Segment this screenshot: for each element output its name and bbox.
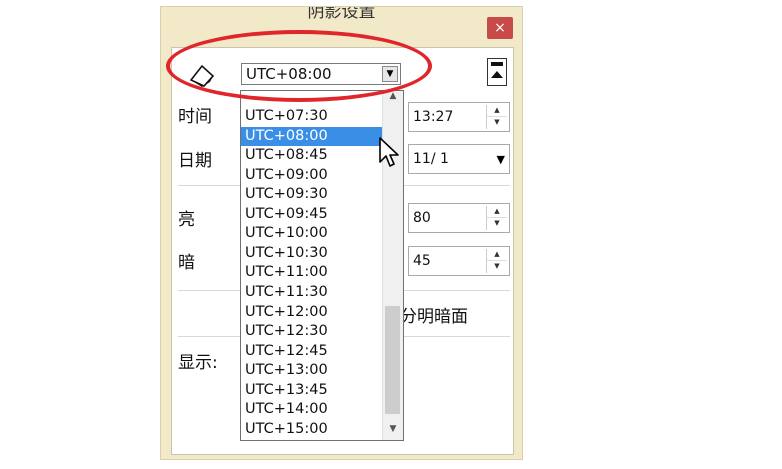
date-label: 日期 — [178, 151, 212, 171]
dark-label: 暗 — [178, 253, 195, 273]
timezone-option[interactable]: UTC+07:30 — [241, 107, 385, 127]
timezone-option[interactable]: UTC+14:00 — [241, 400, 385, 420]
collapse-button[interactable] — [487, 58, 507, 86]
timezone-value: UTC+08:00 — [246, 65, 332, 83]
date-select[interactable]: 11/ 1 ▼ — [408, 144, 510, 174]
scroll-up-icon[interactable]: ▲ — [383, 91, 403, 107]
timezone-select[interactable]: UTC+08:00 ▼ — [241, 63, 401, 85]
timezone-option[interactable]: UTC+11:30 — [241, 283, 385, 303]
timezone-option[interactable]: UTC+09:00 — [241, 166, 385, 186]
close-icon: × — [494, 20, 506, 36]
timezone-option[interactable]: UTC+13:00 — [241, 361, 385, 381]
timezone-option[interactable]: UTC+12:00 — [241, 303, 385, 323]
timezone-option[interactable]: UTC+10:00 — [241, 224, 385, 244]
timezone-option[interactable]: UTC+11:00 — [241, 263, 385, 283]
timezone-option[interactable]: UTC+12:45 — [241, 342, 385, 362]
scrollbar-thumb[interactable] — [385, 306, 400, 414]
mouse-cursor-icon — [379, 137, 399, 167]
light-spinner[interactable]: ▲ ▼ — [486, 206, 507, 230]
timezone-option[interactable]: UTC+09:30 — [241, 185, 385, 205]
collapse-icon — [491, 62, 503, 66]
timezone-option[interactable]: UTC+09:45 — [241, 205, 385, 225]
close-button[interactable]: × — [487, 17, 513, 39]
triangle-up-icon — [491, 71, 503, 78]
light-label: 亮 — [178, 210, 195, 230]
chevron-down-icon[interactable]: ▼ — [382, 66, 398, 82]
dark-field[interactable]: 45 ▲ ▼ — [408, 246, 510, 276]
timezone-option[interactable]: UTC+15:00 — [241, 420, 385, 440]
date-value: 11/ 1 — [413, 151, 449, 167]
time-field[interactable]: 13:27 ▲ ▼ — [408, 102, 510, 132]
timezone-option[interactable]: UTC+08:00 — [241, 126, 385, 147]
time-value: 13:27 — [413, 109, 454, 125]
window-title: 阴影设置 — [307, 7, 376, 22]
timezone-option[interactable]: UTC+13:45 — [241, 381, 385, 401]
timezone-option[interactable]: UTC+08:45 — [241, 146, 385, 166]
sun-shading-label[interactable]: 分明暗面 — [400, 302, 468, 327]
time-spinner[interactable]: ▲ ▼ — [486, 105, 507, 129]
timezone-option[interactable]: UTC+12:30 — [241, 322, 385, 342]
display-label: 显示: — [178, 353, 218, 373]
shadow-icon[interactable] — [188, 62, 216, 88]
chevron-down-icon[interactable]: ▼ — [497, 153, 505, 166]
time-label: 时间 — [178, 107, 212, 127]
timezone-option[interactable]: UTC+10:30 — [241, 244, 385, 264]
dark-value: 45 — [413, 253, 431, 269]
dark-spinner[interactable]: ▲ ▼ — [486, 249, 507, 273]
light-field[interactable]: 80 ▲ ▼ — [408, 203, 510, 233]
light-value: 80 — [413, 210, 431, 226]
scroll-down-icon[interactable]: ▼ — [383, 424, 403, 440]
